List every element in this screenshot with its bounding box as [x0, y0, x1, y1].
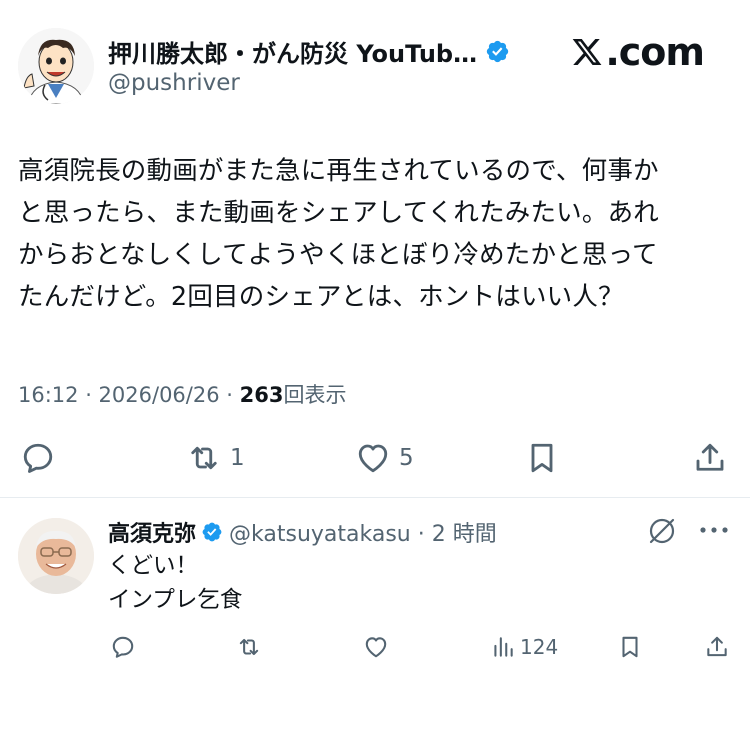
views-label: 回表示	[283, 383, 347, 407]
retweet-count: 1	[230, 445, 245, 471]
like-count: 5	[399, 445, 414, 471]
author-display-name: 押川勝太郎・がん防災 YouTub…	[108, 40, 478, 68]
reply-icon	[112, 636, 134, 658]
tweet-timestamp[interactable]: 16:12 · 2026/06/26 ·	[18, 383, 240, 407]
reply-text: くどい！ インプレ乞食	[108, 553, 243, 613]
divider	[0, 497, 750, 498]
reply-actions: 124	[0, 633, 750, 663]
x-brand-logo: .com	[571, 30, 705, 74]
more-options-icon[interactable]	[699, 524, 729, 536]
author-avatar[interactable]	[18, 28, 94, 104]
reply-views-button[interactable]: 124	[490, 634, 558, 660]
reply-share-button[interactable]	[704, 634, 730, 660]
views-count: 263	[239, 383, 284, 407]
reply-icon	[23, 443, 53, 473]
reply-reply-button[interactable]	[110, 634, 136, 660]
reply-retweet-button[interactable]	[236, 634, 262, 660]
bookmark-button[interactable]	[524, 440, 560, 476]
author-handle[interactable]: @pushriver	[108, 70, 240, 96]
share-button[interactable]	[692, 440, 728, 476]
bookmark-icon	[531, 443, 553, 473]
heart-icon	[358, 444, 388, 473]
tweet-actions: 1 5	[0, 435, 750, 481]
grok-icon[interactable]	[646, 515, 678, 547]
tweet-text: 高須院長の動画がまた急に再生されているので、何事か と思ったら、また動画をシェア…	[18, 156, 659, 312]
retweet-icon	[239, 638, 259, 656]
heart-icon	[365, 637, 387, 658]
reply-author-handle[interactable]: @katsuyatakasu · 2 時間	[229, 516, 497, 548]
share-icon	[696, 443, 724, 471]
retweet-icon	[191, 446, 217, 470]
reply-author-name[interactable]: 高須克弥	[108, 516, 196, 548]
x-logo-icon	[572, 39, 602, 65]
reply-button[interactable]	[20, 440, 56, 476]
retweet-button[interactable]: 1	[186, 440, 245, 476]
reply-views-count: 124	[520, 635, 559, 659]
author-name[interactable]: 押川勝太郎・がん防災 YouTub…	[108, 34, 510, 69]
reply-author-avatar[interactable]	[18, 518, 94, 594]
reply-like-button[interactable]	[363, 634, 389, 660]
x-brand-suffix: .com	[605, 30, 705, 74]
reply-header: 高須克弥 @katsuyatakasu · 2 時間	[108, 516, 497, 548]
like-button[interactable]: 5	[355, 440, 414, 476]
verified-badge-icon	[486, 40, 509, 63]
reply-bookmark-button[interactable]	[617, 634, 643, 660]
tweet-meta: 16:12 · 2026/06/26 · 263回表示	[18, 379, 346, 409]
analytics-icon	[494, 637, 513, 657]
bookmark-icon	[622, 636, 638, 658]
verified-badge-icon	[202, 522, 222, 542]
share-icon	[707, 636, 727, 657]
